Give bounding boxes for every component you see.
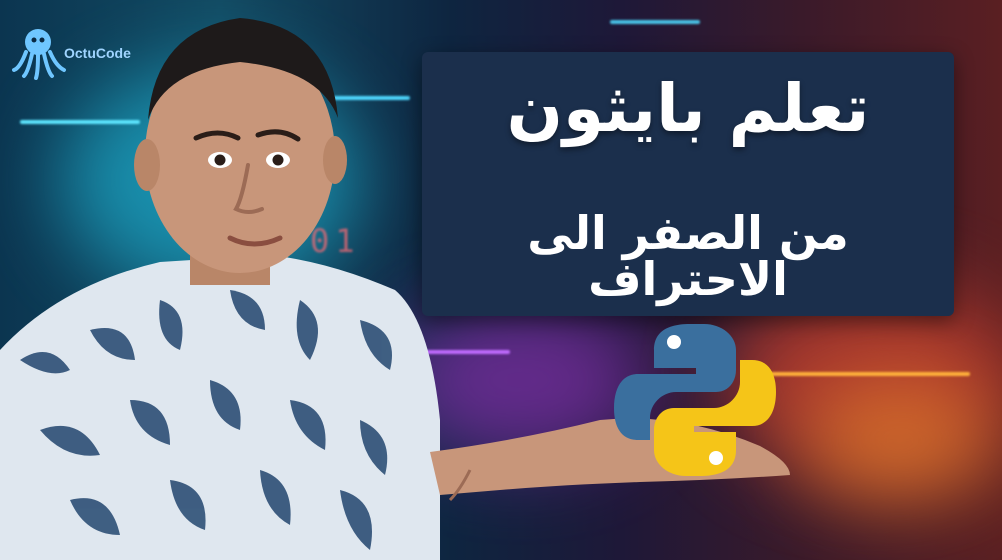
video-thumbnail[interactable]: 01 OctuCode تعلم بايثون من الصفر الى الا… (0, 0, 1002, 560)
thumbnail-title: تعلم بايثون (506, 70, 870, 147)
thumbnail-subtitle: من الصفر الى الاحتراف (527, 206, 849, 306)
python-logo-icon (614, 324, 776, 476)
background-glow-orange (800, 380, 1000, 500)
